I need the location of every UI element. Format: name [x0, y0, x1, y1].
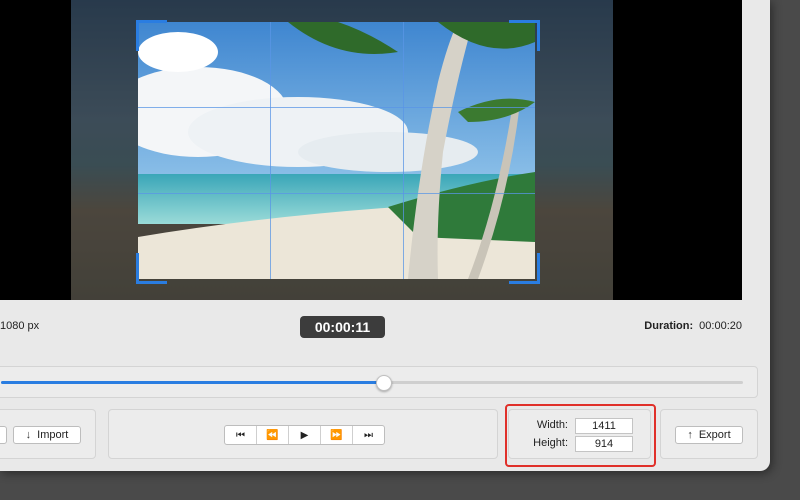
crop-region[interactable]	[138, 22, 535, 279]
crop-handle-top-left[interactable]	[136, 20, 167, 51]
export-label: Export	[698, 429, 731, 441]
import-panel: ↓ Import	[0, 409, 96, 459]
rewind-button[interactable]: ⏪	[257, 426, 289, 444]
crop-handle-bottom-right[interactable]	[509, 253, 540, 284]
duration-value: 00:00:20	[699, 320, 742, 332]
grid-line-vertical	[270, 22, 271, 279]
crop-handle-top-right[interactable]	[509, 20, 540, 51]
timeline-scrubber[interactable]	[376, 375, 393, 391]
duration-display: Duration: 00:00:20	[644, 320, 742, 332]
skip-to-start-button[interactable]: ⏮	[225, 426, 257, 444]
arrow-up-icon: ↑	[687, 429, 693, 441]
resolution-label: 1080 px	[0, 320, 40, 332]
size-highlight-box	[505, 404, 656, 467]
import-label: Import	[37, 429, 69, 441]
current-timecode: 00:00:11	[300, 316, 385, 338]
skip-to-end-button[interactable]: ⏭	[353, 426, 384, 444]
duration-label: Duration:	[644, 320, 694, 332]
grid-line-horizontal	[138, 107, 535, 108]
crop-handle-bottom-left[interactable]	[136, 253, 167, 284]
timeline-track[interactable]	[1, 381, 743, 384]
hidden-left-button[interactable]	[0, 426, 7, 444]
timeline-progress	[1, 381, 384, 384]
play-button[interactable]: ▶	[289, 426, 321, 444]
export-panel: ↑ Export	[660, 409, 758, 459]
video-viewer	[0, 0, 742, 300]
import-button[interactable]: ↓ Import	[13, 426, 81, 444]
transport-controls: ⏮ ⏪ ▶ ⏩ ⏭	[224, 425, 385, 445]
export-button[interactable]: ↑ Export	[675, 426, 743, 444]
timeline-panel	[0, 366, 758, 398]
crop-grid	[138, 22, 535, 279]
grid-line-horizontal	[138, 193, 535, 194]
fast-forward-button[interactable]: ⏩	[321, 426, 353, 444]
app-window: 1080 px 00:00:11 Duration: 00:00:20 ↓ Imp…	[0, 0, 770, 471]
arrow-down-icon: ↓	[25, 429, 32, 441]
grid-line-vertical	[403, 22, 404, 279]
